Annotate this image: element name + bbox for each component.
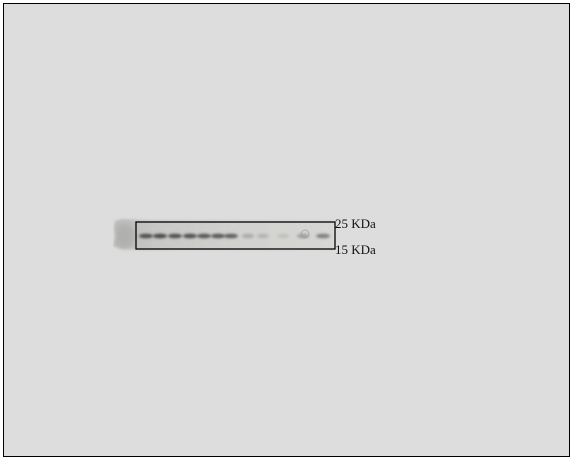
figure-frame: 25 KDa 15 KDa [3, 3, 570, 457]
western-blot-strip [113, 219, 336, 250]
protein-band [197, 233, 211, 239]
protein-band [168, 233, 182, 239]
protein-band [316, 233, 330, 239]
protein-band [183, 233, 197, 239]
protein-band [257, 233, 269, 239]
protein-band [211, 233, 225, 239]
protein-band [224, 233, 238, 239]
marker-label-25kda: 25 KDa [335, 216, 376, 231]
protein-band [139, 233, 153, 239]
edge-smear [115, 224, 135, 248]
marker-label-15kda: 15 KDa [335, 242, 376, 257]
protein-band [277, 233, 289, 239]
protein-band [242, 233, 254, 239]
protein-band [153, 233, 167, 239]
